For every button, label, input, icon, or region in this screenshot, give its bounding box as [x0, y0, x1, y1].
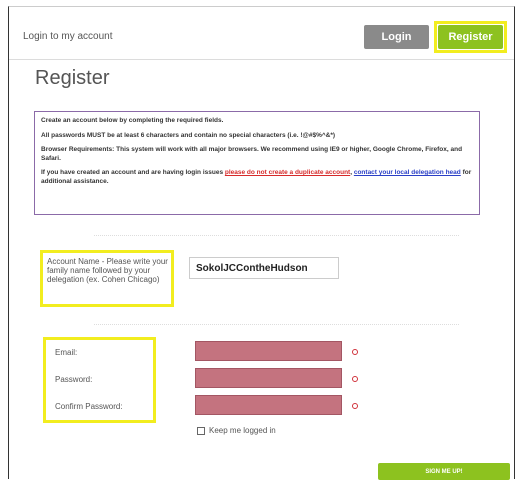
info-box: Create an account below by completing th…: [34, 111, 480, 215]
info-line-duplicate: If you have created an account and are h…: [41, 169, 473, 186]
divider: [94, 324, 459, 325]
page-title: Register: [35, 67, 110, 89]
register-page: Login to my account Login Register Regis…: [8, 6, 515, 480]
sign-me-up-button[interactable]: SIGN ME UP!: [378, 463, 510, 480]
keep-logged-in-checkbox[interactable]: [197, 427, 205, 435]
account-name-input[interactable]: [189, 257, 339, 279]
contact-delegation-head-link[interactable]: contact your local delegation head: [354, 169, 461, 176]
info-line-prefix: If you have created an account and are h…: [41, 169, 225, 176]
required-error-icon: [352, 376, 358, 382]
info-line-passwords: All passwords MUST be at least 6 charact…: [41, 131, 336, 139]
info-line-required: Create an account below by completing th…: [41, 117, 224, 124]
info-line-browsers: Browser Requirements: This system will w…: [41, 146, 463, 162]
login-to-account-link[interactable]: Login to my account: [23, 31, 113, 42]
top-bar: Login to my account Login Register: [9, 7, 514, 60]
keep-logged-in-label: Keep me logged in: [209, 426, 276, 435]
email-label: Email:: [55, 348, 78, 357]
confirm-password-label: Confirm Password:: [55, 402, 123, 411]
password-field[interactable]: [195, 368, 342, 388]
password-label: Password:: [55, 375, 93, 384]
required-error-icon: [352, 403, 358, 409]
required-error-icon: [352, 349, 358, 355]
register-button[interactable]: Register: [438, 25, 503, 49]
confirm-password-field[interactable]: [195, 395, 342, 415]
account-name-label: Account Name - Please write your family …: [47, 257, 168, 284]
login-button[interactable]: Login: [364, 25, 429, 49]
divider: [94, 235, 459, 236]
duplicate-account-link[interactable]: please do not create a duplicate account: [225, 169, 350, 176]
email-field[interactable]: [195, 341, 342, 361]
